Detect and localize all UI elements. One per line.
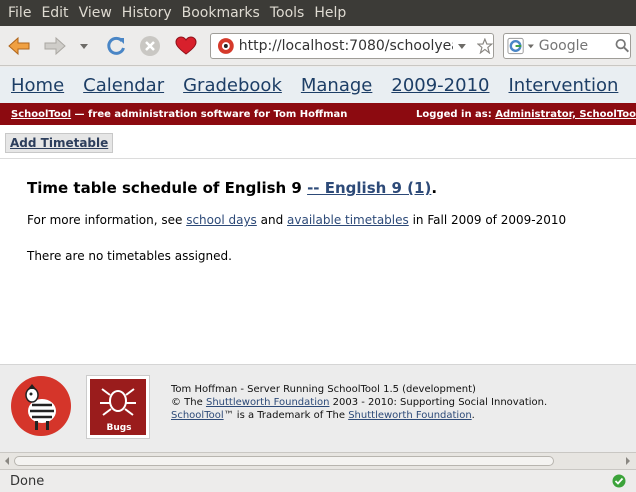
footer-server-line: Tom Hoffman - Server Running SchoolTool …	[171, 384, 476, 395]
url-text[interactable]: http://localhost:7080/schoolyears	[239, 38, 454, 54]
trademark-suffix: .	[471, 410, 475, 421]
logged-in-user-link[interactable]: Administrator, SchoolToo	[495, 109, 636, 120]
page-viewport: Home Calendar Gradebook Manage 2009-2010…	[0, 67, 636, 452]
reload-button[interactable]	[103, 34, 129, 58]
heart-icon	[175, 36, 197, 55]
section-link[interactable]: -- English 9 (1)	[307, 179, 431, 197]
menu-tools[interactable]: Tools	[266, 5, 309, 21]
schooltool-zebra-logo[interactable]	[10, 375, 72, 437]
login-info: Logged in as: Administrator, SchoolToo	[416, 109, 636, 120]
navigation-toolbar: http://localhost:7080/schoolyears	[0, 26, 636, 66]
footer-text: Tom Hoffman - Server Running SchoolTool …	[171, 383, 547, 422]
history-dropdown[interactable]	[76, 34, 92, 58]
bugs-label: Bugs	[106, 423, 132, 433]
bookmark-heart-button[interactable]	[173, 34, 199, 58]
stop-button[interactable]	[137, 34, 163, 58]
page-title: Time table schedule of English 9 -- Engl…	[27, 179, 627, 197]
info-prefix: For more information, see	[27, 213, 187, 227]
search-bar[interactable]	[503, 33, 631, 59]
footer-copyright-line: © The Shuttleworth Foundation 2003 - 201…	[171, 396, 547, 409]
main-content: Time table schedule of English 9 -- Engl…	[27, 179, 627, 263]
stop-icon	[140, 36, 160, 56]
title-prefix: Time table schedule of English 9	[27, 179, 308, 197]
school-days-link[interactable]: school days	[186, 213, 257, 227]
nav-manage[interactable]: Manage	[301, 75, 373, 96]
nav-calendar[interactable]: Calendar	[83, 75, 164, 96]
url-bar[interactable]: http://localhost:7080/schoolyears	[210, 33, 494, 59]
search-engine-icon[interactable]	[507, 37, 524, 55]
menu-file[interactable]: File	[4, 5, 35, 21]
forward-button[interactable]	[42, 34, 68, 58]
nav-home[interactable]: Home	[11, 75, 64, 96]
site-favicon-icon	[217, 38, 234, 54]
banner-tagline: SchoolTool — free administration softwar…	[11, 109, 347, 120]
menu-bookmarks[interactable]: Bookmarks	[178, 5, 264, 21]
menu-bar: File Edit View History Bookmarks Tools H…	[0, 0, 636, 26]
info-text: For more information, see school days an…	[27, 213, 627, 227]
empty-message: There are no timetables assigned.	[27, 249, 232, 263]
add-timetable-button[interactable]: Add Timetable	[5, 133, 114, 153]
schooltool-footer-link[interactable]: SchoolTool	[171, 410, 224, 421]
menu-help[interactable]: Help	[310, 5, 350, 21]
menu-edit[interactable]: Edit	[37, 5, 72, 21]
nav-schoolyear[interactable]: 2009-2010	[391, 75, 489, 96]
check-icon	[612, 474, 626, 488]
menu-history[interactable]: History	[118, 5, 176, 21]
trademark-mid: ™ is a Trademark of The	[223, 410, 349, 421]
copyright-suffix: 2003 - 2010: Supporting Social Innovatio…	[329, 397, 548, 408]
back-arrow-icon	[8, 36, 30, 56]
bugs-badge[interactable]: Bugs	[86, 375, 150, 439]
footer-trademark-line: SchoolTool™ is a Trademark of The Shuttl…	[171, 409, 547, 422]
info-and: and	[256, 213, 288, 227]
menu-view[interactable]: View	[75, 5, 116, 21]
status-text: Done	[10, 473, 45, 489]
nav-gradebook[interactable]: Gradebook	[183, 75, 282, 96]
back-button[interactable]	[6, 34, 32, 58]
search-input[interactable]	[538, 38, 609, 54]
url-dropdown-icon[interactable]	[457, 42, 467, 50]
scrollbar-thumb[interactable]	[14, 456, 554, 466]
dropdown-arrow-icon	[80, 44, 88, 49]
forward-arrow-icon	[44, 36, 66, 56]
scroll-right-icon[interactable]	[624, 456, 632, 466]
header-banner: SchoolTool — free administration softwar…	[0, 103, 636, 125]
bookmark-star-icon[interactable]	[477, 38, 493, 54]
banner-tagline-text: — free administration software for Tom H…	[71, 108, 348, 120]
login-label: Logged in as:	[416, 108, 496, 120]
nav-intervention[interactable]: Intervention	[509, 75, 619, 96]
scroll-left-icon[interactable]	[3, 456, 11, 466]
shuttleworth-link-2[interactable]: Shuttleworth Foundation	[348, 410, 471, 421]
shuttleworth-link-1[interactable]: Shuttleworth Foundation	[206, 397, 329, 408]
page-footer: Bugs Tom Hoffman - Server Running School…	[0, 364, 636, 452]
horizontal-scrollbar[interactable]	[0, 452, 636, 469]
schooltool-home-link[interactable]: SchoolTool	[11, 109, 71, 120]
title-suffix: .	[431, 179, 438, 197]
copyright-prefix: © The	[171, 397, 206, 408]
info-suffix: in Fall 2009 of 2009-2010	[408, 213, 567, 227]
magnifier-icon[interactable]	[615, 38, 630, 54]
available-timetables-link[interactable]: available timetables	[287, 213, 409, 227]
reload-icon	[107, 36, 125, 55]
search-engine-dropdown-icon[interactable]	[527, 42, 535, 50]
schooltool-nav: Home Calendar Gradebook Manage 2009-2010…	[0, 67, 636, 103]
action-bar: Add Timetable	[0, 125, 636, 159]
status-bar: Done	[0, 469, 636, 492]
